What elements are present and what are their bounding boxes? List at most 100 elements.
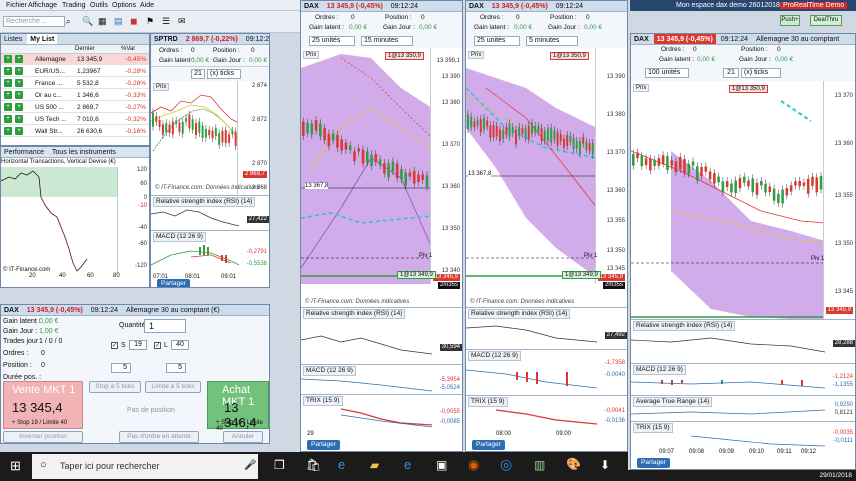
dax1-top-order[interactable]: 1@13 350,9 (729, 85, 768, 93)
menu-item-aide[interactable]: Aide (140, 2, 154, 9)
dax1-ticks-value[interactable]: 21 (723, 68, 739, 78)
task-view-icon[interactable]: ❐ (274, 458, 285, 472)
search-input[interactable]: Recherche ... (3, 16, 65, 27)
performance-subtab[interactable]: Horizontal Transactions, Vertical Devise… (1, 159, 116, 165)
add-order-icon[interactable]: + (4, 103, 12, 111)
menu-item-fichier[interactable]: Fichier (6, 2, 27, 9)
dax5-period-select[interactable]: 5 minutes (526, 36, 578, 46)
dax15-top-order[interactable]: 1@13 350,9 (385, 52, 424, 60)
add-alert-icon[interactable]: + (15, 103, 23, 111)
dax5-prix-tab[interactable]: Prix (468, 51, 485, 59)
alert-icon[interactable]: ⚑ (146, 16, 154, 27)
add-alert-icon[interactable]: + (15, 79, 23, 87)
stop-input[interactable]: 19 (129, 340, 147, 350)
spx-prix-tab[interactable]: Prix (153, 83, 170, 91)
stop-5-ticks-button[interactable]: Stop à 5 ticks (89, 381, 141, 393)
add-alert-icon[interactable]: + (15, 67, 23, 75)
news-icon[interactable]: ✉ (178, 16, 186, 27)
dax5-units-select[interactable]: 25 unités (474, 36, 520, 46)
add-order-icon[interactable]: + (4, 67, 12, 75)
quantity-input[interactable]: 1 (144, 319, 186, 333)
dax15-rsi-title[interactable]: Relative strength index (RSI) (14) (303, 309, 406, 319)
dax15-share-button[interactable]: Partager (307, 440, 340, 450)
add-order-icon[interactable]: + (4, 55, 12, 63)
tab-listes[interactable]: Listes (1, 34, 25, 44)
dax15-period-select[interactable]: 15 minutes (361, 36, 413, 46)
add-alert-icon[interactable]: + (15, 91, 23, 99)
add-order-icon[interactable]: + (4, 115, 12, 123)
dax15-prix-tab[interactable]: Prix (303, 51, 320, 59)
store-icon[interactable]: 🛍 (306, 458, 321, 472)
limit-5-ticks-button[interactable]: Limite à 5 ticks (145, 381, 201, 393)
order-icon[interactable]: ◼ (130, 16, 137, 27)
sell-button[interactable]: Vente MKT 1 13 345,4 + Stop 19 / Limite … (3, 381, 83, 429)
download-icon[interactable]: ⬇ (600, 458, 610, 472)
menu-item-outils[interactable]: Outils (90, 2, 108, 9)
watchlist-row[interactable]: + + France ... 5 532,8 -0,28% (1, 78, 149, 89)
edge-icon[interactable]: e (338, 457, 345, 472)
dax1-units-select[interactable]: 100 unités (645, 68, 689, 78)
tab-performance[interactable]: Performance (1, 147, 47, 157)
dealthru-button[interactable]: DealThru (810, 15, 842, 26)
spx-gain-jour-val: 0,00 € (249, 57, 268, 64)
buy-button[interactable]: Achat MKT 1 13 346,4 + Stop 19 / Limite … (207, 381, 269, 432)
spx-ticks-value[interactable]: 21 (191, 69, 205, 79)
search-icon[interactable]: ⌕ (66, 17, 70, 27)
add-alert-icon[interactable]: + (15, 127, 23, 135)
push-button[interactable]: Push+ (780, 15, 800, 26)
tab-all-instruments[interactable]: Tous les instruments (49, 147, 119, 157)
add-order-icon[interactable]: + (4, 127, 12, 135)
edge-app-icon[interactable]: e (404, 457, 411, 472)
add-alert-icon[interactable]: + (15, 55, 23, 63)
prorealtime-icon[interactable]: ◎ (500, 456, 512, 473)
dax5-bottom-order[interactable]: 1@13 349,9 (562, 271, 601, 279)
spx-price: 2 869,7 (-0,22%) (185, 36, 238, 43)
watchlist-row[interactable]: + + Wall Str... 26 630,6 -0,16% (1, 126, 149, 137)
add-order-icon[interactable]: + (4, 79, 12, 87)
watchlist-row[interactable]: + + Or au c... 1 346,6 -0,33% (1, 90, 149, 101)
microphone-icon[interactable]: 🎤 (244, 460, 256, 471)
watchlist-row[interactable]: + + Allemagne 13 345,9 -0,45% (1, 54, 149, 65)
menu-item-affichage[interactable]: Affichage (28, 2, 57, 9)
taskbar-search[interactable]: ○ Taper ici pour rechercher (32, 454, 258, 479)
tab-mylist[interactable]: My List (27, 34, 58, 44)
col-var[interactable]: %Var (121, 46, 135, 52)
spx-share-button[interactable]: Partager (157, 279, 190, 287)
col-last[interactable]: Dernier (75, 46, 95, 52)
dax1-share-button[interactable]: Partager (637, 458, 670, 468)
ticks-limit-input[interactable]: 5 (166, 363, 186, 373)
screener-icon[interactable]: ☰ (162, 16, 170, 27)
app-icon[interactable]: ▥ (534, 458, 545, 472)
watchlist-row[interactable]: + + US 500 ... 2 869,7 -0,27% (1, 102, 149, 113)
reverse-position-button[interactable]: Inverser position (3, 431, 83, 443)
limit-checkbox[interactable]: ✓ (154, 342, 161, 349)
explorer-icon[interactable]: ▰ (370, 458, 379, 472)
candle (155, 116, 158, 122)
menu-item-trading[interactable]: Trading (62, 2, 85, 9)
watchlist-row[interactable]: + + EUR/US... 1,23967 -0,28% (1, 66, 149, 77)
paint-icon[interactable]: 🎨 (566, 457, 581, 471)
dax15-units-select[interactable]: 25 unités (309, 36, 355, 46)
cancel-button[interactable]: Annuler (223, 431, 263, 443)
firefox-icon[interactable]: ◉ (468, 457, 479, 473)
dax15-bottom-order[interactable]: 1@13 349,9 (397, 271, 436, 279)
terminal-icon[interactable]: ▣ (436, 458, 447, 472)
dax1-ticks-unit[interactable]: (x) ticks (741, 68, 781, 78)
zoom-in-icon[interactable]: 🔍 (82, 16, 93, 27)
limit-input[interactable]: 40 (171, 340, 189, 350)
grid-icon[interactable]: ▦ (98, 16, 107, 27)
stop-checkbox[interactable]: ✓ (111, 342, 118, 349)
dax5-top-order[interactable]: 1@13 350,9 (550, 52, 589, 60)
chart-icon[interactable]: ▤ (114, 16, 123, 27)
menu-item-options[interactable]: Options (112, 2, 136, 9)
add-alert-icon[interactable]: + (15, 115, 23, 123)
dax5-rsi-title[interactable]: Relative strength index (RSI) (14) (468, 309, 571, 319)
no-pending-order-button[interactable]: Pas d'ordre en attente (119, 431, 199, 443)
spx-ticks-unit[interactable]: (x) ticks (207, 69, 241, 79)
watchlist-row[interactable]: + + US Tech ... 7 010,6 -0,32% (1, 114, 149, 125)
dax5-share-button[interactable]: Partager (472, 440, 505, 450)
dax1-prix-tab[interactable]: Prix (633, 84, 650, 92)
windows-start-icon[interactable]: ⊞ (10, 458, 21, 474)
ticks-stop-input[interactable]: 5 (111, 363, 131, 373)
add-order-icon[interactable]: + (4, 91, 12, 99)
